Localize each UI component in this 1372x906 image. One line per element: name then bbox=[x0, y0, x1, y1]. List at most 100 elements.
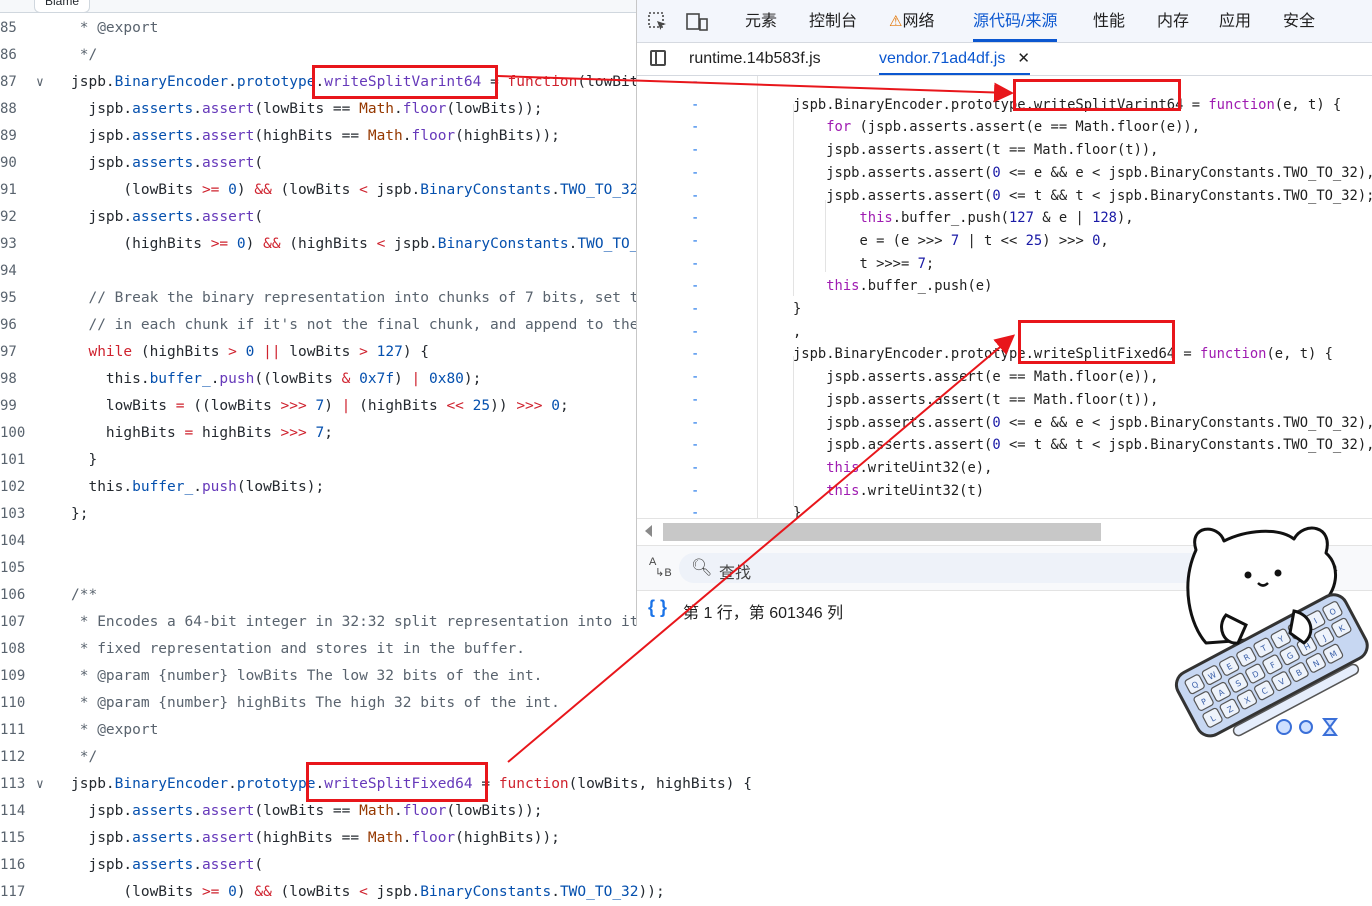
code-token: (highBits == bbox=[254, 128, 368, 144]
regex-icon[interactable]: A ↳B bbox=[649, 557, 672, 579]
gutter-marker[interactable]: - bbox=[691, 253, 699, 276]
code-token: prototype bbox=[236, 74, 316, 90]
line-number[interactable]: 111 bbox=[0, 717, 25, 744]
gutter-marker[interactable]: - bbox=[691, 480, 699, 503]
line-number[interactable]: 115 bbox=[0, 825, 25, 852]
line-number[interactable]: 106 bbox=[0, 582, 25, 609]
tab-6[interactable]: 应用 bbox=[1219, 0, 1251, 42]
line-number[interactable]: 93 bbox=[0, 231, 24, 258]
gutter-marker[interactable]: - bbox=[691, 185, 699, 208]
gutter-marker[interactable]: - bbox=[691, 321, 699, 344]
code-token: 0 bbox=[992, 187, 1001, 204]
line-number[interactable]: 95 bbox=[0, 285, 24, 312]
tab-0[interactable]: 元素 bbox=[745, 0, 777, 42]
toggle-navigator-icon[interactable] bbox=[650, 50, 666, 66]
file-tab-1[interactable]: vendor.71ad4df.js ✕ bbox=[879, 43, 1030, 75]
gutter-marker[interactable]: - bbox=[691, 457, 699, 480]
inspect-element-icon[interactable] bbox=[647, 11, 669, 31]
line-number[interactable]: 88 bbox=[0, 96, 24, 123]
file-tab-0[interactable]: runtime.14b583f.js bbox=[689, 43, 821, 75]
code-token: assert bbox=[201, 857, 255, 873]
gutter-marker[interactable]: - bbox=[691, 139, 699, 162]
gutter-marker[interactable]: - bbox=[691, 116, 699, 139]
line-number[interactable]: 87 bbox=[0, 69, 24, 96]
device-toggle-icon[interactable] bbox=[685, 11, 708, 31]
line-number[interactable]: 91 bbox=[0, 177, 24, 204]
code-line: - jspb.BinaryEncoder.prototype.writeSplit… bbox=[637, 94, 1372, 117]
scrollbar-thumb[interactable] bbox=[663, 523, 1101, 541]
gutter-marker[interactable]: - bbox=[691, 76, 699, 94]
line-number[interactable]: 94 bbox=[0, 258, 24, 285]
line-number[interactable]: 89 bbox=[0, 123, 24, 150]
fold-chevron-icon[interactable]: ∨ bbox=[36, 771, 44, 798]
tab-2[interactable]: ⚠网络 bbox=[889, 0, 934, 42]
fold-chevron-icon[interactable]: ∨ bbox=[36, 69, 44, 96]
line-number[interactable]: 85 bbox=[0, 15, 24, 42]
gutter-marker[interactable]: - bbox=[691, 343, 699, 366]
code-token: highBits bbox=[193, 425, 281, 441]
line-number[interactable]: 96 bbox=[0, 312, 24, 339]
code-text: jspb.asserts.assert( bbox=[71, 150, 263, 177]
tab-7[interactable]: 安全 bbox=[1283, 0, 1315, 42]
tab-5[interactable]: 内存 bbox=[1157, 0, 1189, 42]
code-token: (highBits == bbox=[254, 830, 368, 846]
code-token: this bbox=[826, 482, 860, 499]
line-number[interactable]: 98 bbox=[0, 366, 24, 393]
pretty-print-icon[interactable]: { } bbox=[648, 597, 667, 618]
code-text: highBits = highBits >>> 7; bbox=[71, 420, 333, 447]
gutter-marker[interactable]: - bbox=[691, 389, 699, 412]
code-token: . bbox=[193, 803, 202, 819]
gutter-marker[interactable]: - bbox=[691, 366, 699, 389]
tab-1[interactable]: 控制台 bbox=[809, 0, 857, 42]
gutter-marker[interactable]: - bbox=[691, 230, 699, 253]
line-number[interactable]: 116 bbox=[0, 852, 25, 879]
code-token: && bbox=[254, 182, 272, 198]
line-number[interactable]: 101 bbox=[0, 447, 25, 474]
code-token: > bbox=[359, 344, 368, 360]
line-number[interactable]: 107 bbox=[0, 609, 25, 636]
scroll-left-icon[interactable] bbox=[645, 525, 652, 537]
blame-tab[interactable]: Blame bbox=[34, 0, 91, 13]
code-token: // in each chunk if it's not the final c… bbox=[71, 317, 709, 333]
code-editor[interactable]: - - jspb.BinaryEncoder.prototype.writeSpli… bbox=[637, 76, 1372, 518]
code-text: t >>>= 7; bbox=[793, 253, 934, 276]
tab-4[interactable]: 性能 bbox=[1093, 0, 1125, 42]
gutter-marker[interactable]: - bbox=[691, 412, 699, 435]
code-token: * fixed representation and stores it in … bbox=[71, 641, 525, 657]
gutter-marker[interactable]: - bbox=[691, 502, 699, 518]
line-number[interactable]: 92 bbox=[0, 204, 24, 231]
line-number[interactable]: 114 bbox=[0, 798, 25, 825]
code-token: asserts bbox=[132, 857, 194, 873]
tab-3[interactable]: 源代码/来源 bbox=[973, 0, 1058, 42]
line-number[interactable]: 99 bbox=[0, 393, 24, 420]
close-tab-icon[interactable]: ✕ bbox=[1017, 50, 1030, 67]
gutter-marker[interactable]: - bbox=[691, 162, 699, 185]
line-number[interactable]: 103 bbox=[0, 501, 25, 528]
line-number[interactable]: 86 bbox=[0, 42, 24, 69]
code-text: * @param {number} highBits The high 32 b… bbox=[71, 690, 560, 717]
gutter-marker[interactable]: - bbox=[691, 275, 699, 298]
line-number[interactable]: 112 bbox=[0, 744, 25, 771]
line-number[interactable]: 109 bbox=[0, 663, 25, 690]
code-token: >>> bbox=[516, 398, 543, 414]
gutter-marker[interactable]: - bbox=[691, 207, 699, 230]
gutter-marker[interactable]: - bbox=[691, 434, 699, 457]
gutter-marker[interactable]: - bbox=[691, 298, 699, 321]
line-number[interactable]: 110 bbox=[0, 690, 25, 717]
devtools-toolbar: 元素 控制台 ⚠网络 源代码/来源 性能 内存 应用 安全 bbox=[637, 0, 1372, 43]
line-number[interactable]: 97 bbox=[0, 339, 24, 366]
line-number[interactable]: 117 bbox=[0, 879, 25, 906]
line-number[interactable]: 104 bbox=[0, 528, 25, 555]
line-number[interactable]: 90 bbox=[0, 150, 24, 177]
line-number[interactable]: 102 bbox=[0, 474, 25, 501]
line-number[interactable]: 105 bbox=[0, 555, 25, 582]
cursor-position: 第 1 行，第 601346 列 bbox=[683, 605, 844, 622]
line-number[interactable]: 108 bbox=[0, 636, 25, 663]
code-text: jspb.asserts.assert(t == Math.floor(t)), bbox=[793, 139, 1158, 162]
code-line: - this.buffer_.push(127 & e | 128), bbox=[637, 207, 1372, 230]
line-number[interactable]: 113 bbox=[0, 771, 25, 798]
gutter-marker[interactable]: - bbox=[691, 94, 699, 117]
code-token: . bbox=[193, 101, 202, 117]
line-number[interactable]: 100 bbox=[0, 420, 25, 447]
